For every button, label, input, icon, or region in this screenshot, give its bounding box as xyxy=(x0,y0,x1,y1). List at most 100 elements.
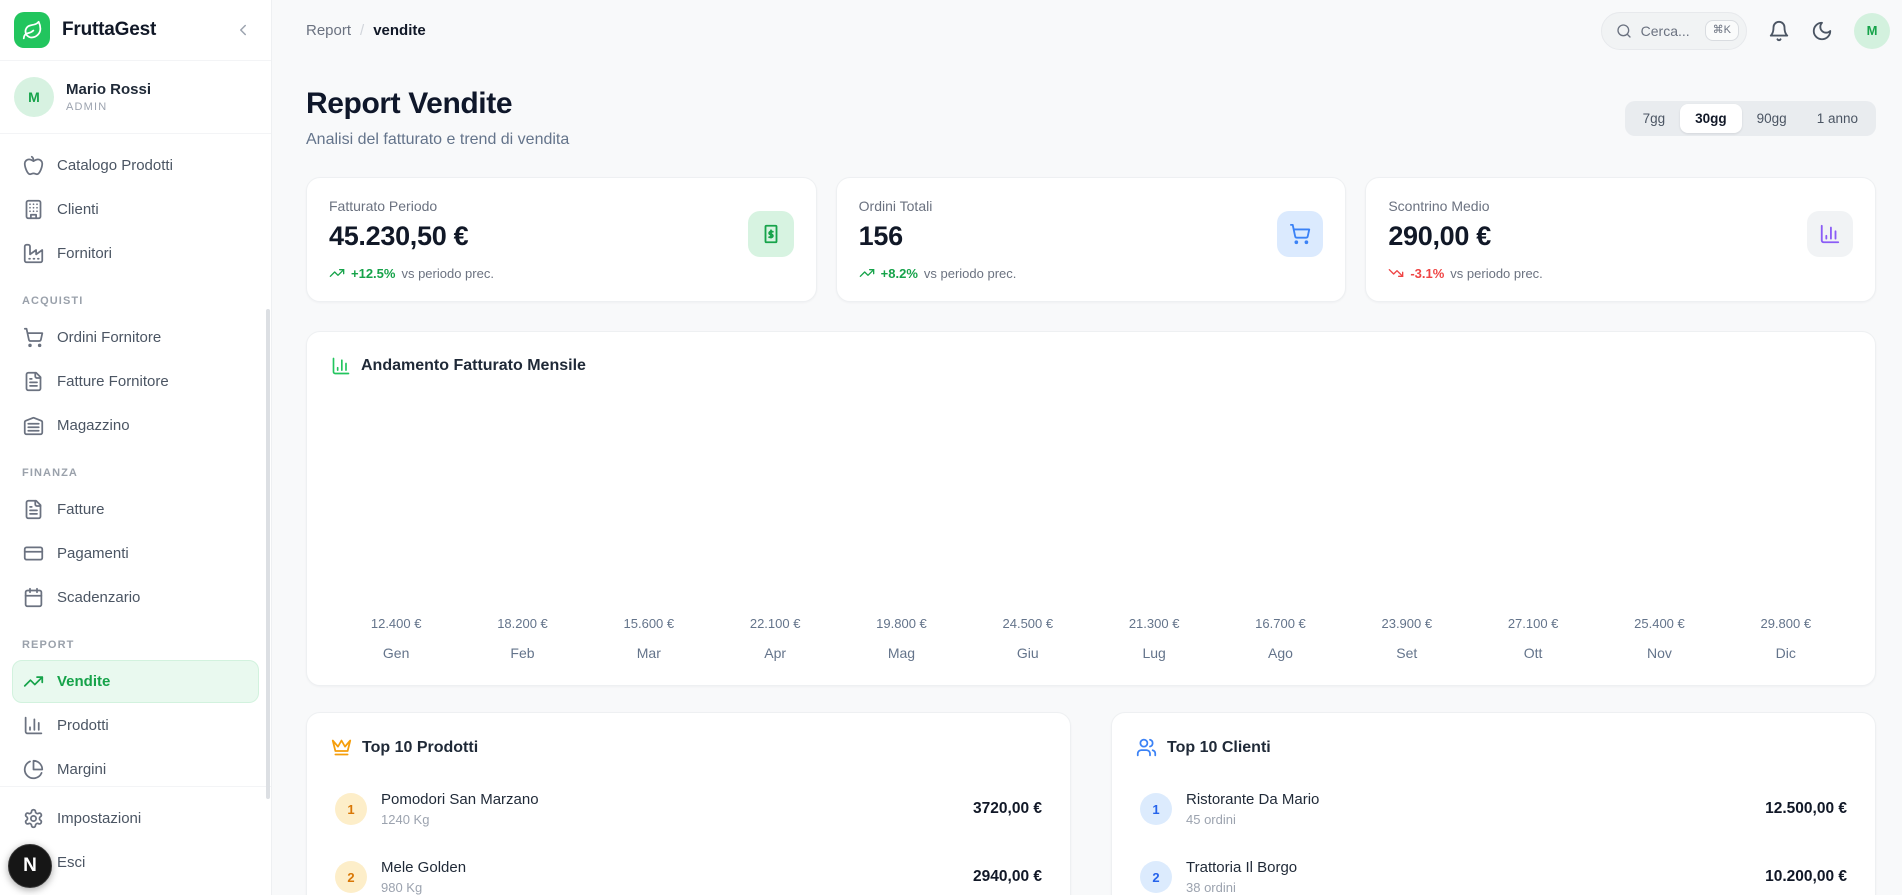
sidebar-item-scadenzario[interactable]: Scadenzario xyxy=(12,576,259,619)
sidebar-item-label: Impostazioni xyxy=(57,810,142,827)
warehouse-icon xyxy=(23,415,44,436)
kpi-delta-value: -3.1% xyxy=(1410,265,1445,281)
item-name: Trattoria Il Borgo xyxy=(1186,859,1298,876)
calendar-icon xyxy=(23,587,44,608)
list-item[interactable]: 1 Pomodori San Marzano 1240 Kg 3720,00 € xyxy=(331,783,1046,835)
item-name: Mele Golden xyxy=(381,859,467,876)
chart-value-label: 24.500 € xyxy=(1002,616,1054,631)
kpi-row: Fatturato Periodo 45.230,50 € +12.5% vs … xyxy=(306,177,1876,302)
chart-column: 23.900 € Set xyxy=(1344,616,1470,661)
period-button-30gg[interactable]: 30gg xyxy=(1680,104,1742,133)
chart-column: 25.400 € Nov xyxy=(1596,616,1722,661)
trending-up-icon xyxy=(859,265,875,281)
apple-icon xyxy=(23,155,44,176)
period-button-1-anno[interactable]: 1 anno xyxy=(1802,104,1873,133)
item-name: Ristorante Da Mario xyxy=(1186,791,1320,808)
chart-month-label: Mar xyxy=(636,645,661,661)
breadcrumb-parent[interactable]: Report xyxy=(306,22,351,39)
notifications-button[interactable] xyxy=(1768,20,1790,42)
search-input[interactable]: Cerca... ⌘K xyxy=(1600,11,1747,50)
sidebar-item-prodotti[interactable]: Prodotti xyxy=(12,704,259,747)
chart-value-label: 18.200 € xyxy=(497,616,548,631)
list-item[interactable]: 2 Mele Golden 980 Kg 2940,00 € xyxy=(331,851,1046,895)
chart-column: 22.100 € Apr xyxy=(712,616,838,661)
list-item[interactable]: 1 Ristorante Da Mario 45 ordini 12.500,0… xyxy=(1136,783,1851,835)
cart-icon xyxy=(23,327,44,348)
chart-month-label: Ago xyxy=(1268,645,1293,661)
sidebar-item-label: Magazzino xyxy=(57,417,130,434)
sidebar-scrollbar[interactable] xyxy=(266,309,270,799)
chart-month-label: Giu xyxy=(1016,645,1039,661)
kpi-label: Scontrino Medio xyxy=(1388,198,1490,214)
chart-month-label: Mag xyxy=(887,645,916,661)
chart-month-label: Nov xyxy=(1646,645,1672,661)
sidebar-item-pagamenti[interactable]: Pagamenti xyxy=(12,532,259,575)
sidebar-item-vendite[interactable]: Vendite xyxy=(12,660,259,703)
crown-icon xyxy=(331,737,352,758)
trending-down-icon xyxy=(1388,265,1404,281)
chart-title: Andamento Fatturato Mensile xyxy=(361,357,586,374)
credit-card-icon xyxy=(23,543,44,564)
building-icon xyxy=(23,199,44,220)
main-area: Report / vendite Cerca... ⌘K M Report Ve… xyxy=(272,0,1902,895)
chart-column: 15.600 € Mar xyxy=(586,616,712,661)
item-amount: 3720,00 € xyxy=(973,800,1042,817)
sidebar-item-margini[interactable]: Margini xyxy=(12,748,259,786)
breadcrumb: Report / vendite xyxy=(306,22,426,39)
kpi-delta-value: +8.2% xyxy=(880,265,918,281)
kpi-label: Ordini Totali xyxy=(858,198,933,214)
rank-badge: 2 xyxy=(1140,861,1172,893)
search-shortcut-badge: ⌘K xyxy=(1704,20,1739,41)
chart-month-label: Set xyxy=(1396,645,1418,661)
chart-month-label: Ott xyxy=(1523,645,1543,661)
moon-icon xyxy=(1811,20,1833,42)
top-products-card: Top 10 Prodotti 1 Pomodori San Marzano 1… xyxy=(306,712,1071,895)
kpi-value: 156 xyxy=(858,221,903,251)
user-menu-avatar[interactable]: M xyxy=(1854,12,1890,49)
item-amount: 10.200,00 € xyxy=(1765,868,1847,885)
sidebar-item-ordini-fornitore[interactable]: Ordini Fornitore xyxy=(12,316,259,359)
sidebar: FruttaGest M Mario Rossi ADMIN Catalogo … xyxy=(0,0,272,895)
item-name: Pomodori San Marzano xyxy=(381,791,539,808)
page-subtitle: Analisi del fatturato e trend di vendita xyxy=(306,131,570,148)
sidebar-item-magazzino[interactable]: Magazzino xyxy=(12,404,259,447)
sidebar-item-impostazioni[interactable]: Impostazioni xyxy=(12,797,259,840)
search-icon xyxy=(1616,23,1632,39)
leaf-icon xyxy=(22,20,43,41)
period-button-90gg[interactable]: 90gg xyxy=(1742,104,1802,133)
kpi-delta-caption: vs periodo prec. xyxy=(401,265,494,281)
item-amount: 12.500,00 € xyxy=(1765,800,1847,817)
bar-chart-icon xyxy=(23,715,44,736)
kpi-delta: +8.2% vs periodo prec. xyxy=(859,265,1016,281)
sidebar-item-fatture-fornitore[interactable]: Fatture Fornitore xyxy=(12,360,259,403)
sidebar-item-label: Clienti xyxy=(57,201,99,218)
top-products-list: 1 Pomodori San Marzano 1240 Kg 3720,00 €… xyxy=(331,783,1046,895)
period-button-7gg[interactable]: 7gg xyxy=(1628,104,1681,133)
gear-icon xyxy=(23,808,44,829)
bottom-row: Top 10 Prodotti 1 Pomodori San Marzano 1… xyxy=(306,712,1876,895)
kpi-card-ordini-totali: Ordini Totali 156 +8.2% vs periodo prec. xyxy=(835,177,1347,302)
chart-value-label: 25.400 € xyxy=(1634,616,1685,631)
top-clients-title: Top 10 Clienti xyxy=(1167,738,1271,756)
sidebar-collapse-button[interactable] xyxy=(229,16,257,44)
sidebar-item-fornitori[interactable]: Fornitori xyxy=(12,232,259,275)
nextjs-dev-badge[interactable]: N xyxy=(8,844,52,888)
chart-header: Andamento Fatturato Mensile xyxy=(331,356,1851,376)
trending-up-icon xyxy=(329,265,345,281)
page-header: Report Vendite Analisi del fatturato e t… xyxy=(306,87,1876,149)
sidebar-item-catalogo-prodotti[interactable]: Catalogo Prodotti xyxy=(12,144,259,187)
dark-mode-toggle[interactable] xyxy=(1811,20,1833,42)
rank-badge: 2 xyxy=(335,861,367,893)
sidebar-section-label-finanza: FINANZA xyxy=(22,467,78,479)
sidebar-item-clienti[interactable]: Clienti xyxy=(12,188,259,231)
list-item[interactable]: 2 Trattoria Il Borgo 38 ordini 10.200,00… xyxy=(1136,851,1851,895)
item-detail: 45 ordini xyxy=(1186,812,1236,827)
kpi-icon-box xyxy=(1277,211,1324,257)
chart-month-label: Apr xyxy=(764,645,787,661)
kpi-icon-box xyxy=(1806,211,1853,257)
factory-icon xyxy=(23,243,44,264)
sidebar-item-fatture[interactable]: Fatture xyxy=(12,488,259,531)
sidebar-section-label-report: REPORT xyxy=(22,639,75,651)
chart-value-label: 29.800 € xyxy=(1760,616,1812,631)
page-title: Report Vendite xyxy=(306,87,513,120)
